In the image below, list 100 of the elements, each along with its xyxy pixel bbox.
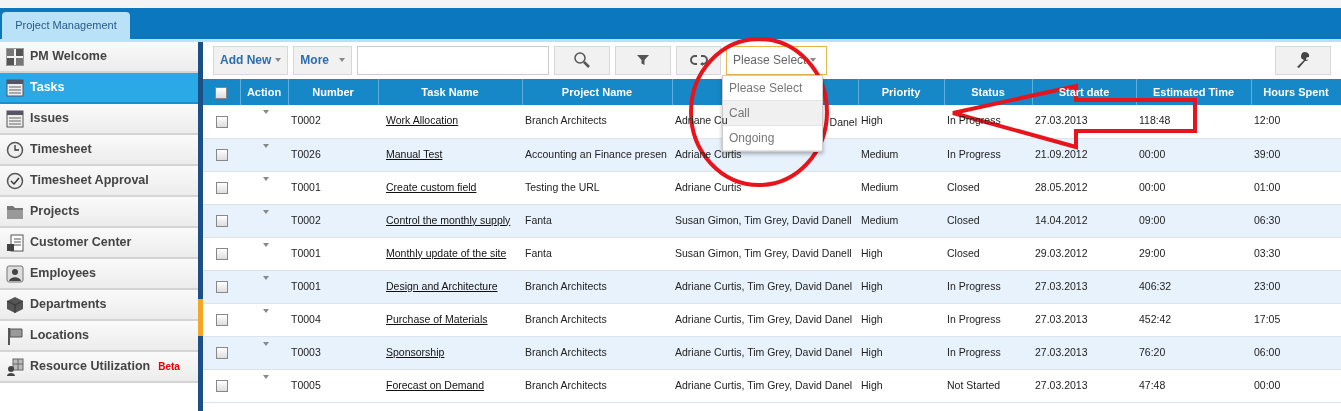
task-link[interactable]: Create custom field	[386, 180, 477, 193]
sidebar-item[interactable]: Customer Center	[0, 228, 198, 259]
table-cell: T0026	[291, 147, 321, 160]
table-cell: High	[861, 378, 883, 391]
row-checkbox[interactable]	[215, 313, 228, 326]
table-cell: 118:48	[1139, 114, 1171, 127]
task-link[interactable]: Sponsorship	[386, 345, 445, 358]
row-checkbox[interactable]	[215, 346, 228, 359]
table-cell: 21.09.2012	[1035, 147, 1088, 160]
caret-icon	[339, 58, 345, 62]
table-cell: Not Started	[947, 378, 1001, 391]
table-cell: Branch Architects	[525, 378, 607, 391]
table-cell: In Progress	[947, 279, 1001, 292]
table-cell: T0002	[291, 114, 321, 127]
table-cell: Medium	[861, 180, 899, 193]
row-checkbox[interactable]	[215, 181, 228, 194]
table-cell: 27.03.2013	[1035, 279, 1088, 292]
filter-button[interactable]	[615, 45, 671, 75]
table-cell: 406:32	[1139, 279, 1172, 292]
table-cell: 00:00	[1139, 147, 1166, 160]
table-cell: 14.04.2012	[1035, 213, 1088, 226]
table-cell: 27.03.2013	[1035, 114, 1088, 127]
row-checkbox[interactable]	[215, 115, 228, 128]
table-cell: 00:00	[1139, 180, 1166, 193]
row-checkbox[interactable]	[215, 280, 228, 293]
table-cell: 29.03.2012	[1035, 246, 1088, 259]
chart-person-icon	[6, 357, 24, 376]
table-cell: 27.03.2013	[1035, 312, 1088, 325]
dropdown-option[interactable]: Please Select	[723, 76, 822, 101]
table-cell: Closed	[947, 246, 980, 259]
task-link[interactable]: Purchase of Materials	[386, 312, 488, 325]
check-clock-icon	[6, 171, 24, 190]
row-checkbox[interactable]	[215, 214, 228, 227]
table-cell: T0005	[291, 378, 321, 391]
add-new-button[interactable]: Add New	[213, 45, 289, 75]
task-link[interactable]: Forecast on Demand	[386, 378, 485, 391]
table-cell: 452:42	[1139, 312, 1172, 325]
table-cell: 39:00	[1254, 147, 1281, 160]
table-cell: T0004	[291, 312, 321, 325]
person-icon	[6, 264, 24, 283]
table-cell: 12:00	[1254, 114, 1281, 127]
module-tab[interactable]: Project Management	[2, 12, 130, 39]
table-cell: High	[861, 114, 883, 127]
table-cell: In Progress	[947, 147, 1001, 160]
row-checkbox[interactable]	[215, 247, 228, 260]
sidebar-item[interactable]: Timesheet	[0, 135, 198, 166]
row-checkbox[interactable]	[215, 379, 228, 392]
table-cell: 17:05	[1254, 312, 1281, 325]
sidebar-item[interactable]: Locations	[0, 321, 198, 352]
more-button[interactable]: More	[293, 45, 352, 75]
sidebar-item[interactable]: Timesheet Approval	[0, 166, 198, 197]
table-cell: 01:00	[1254, 180, 1281, 193]
sidebar-item[interactable]: Employees	[0, 259, 198, 290]
table-cell: Branch Architects	[525, 279, 607, 292]
table-cell: Closed	[947, 213, 980, 226]
sidebar-item[interactable]: PM Welcome	[0, 42, 198, 73]
table-cell: Adriane Curtis, Tim Grey, David Danel	[675, 345, 853, 358]
table-cell: Medium	[861, 213, 899, 226]
search-button[interactable]	[554, 45, 610, 75]
sidebar-item[interactable]: Resource Utilization Beta	[0, 352, 198, 383]
splitter-handle[interactable]	[198, 299, 203, 336]
table-cell: High	[861, 345, 883, 358]
select-all-checkbox[interactable]	[215, 86, 228, 99]
table-cell: Branch Architects	[525, 114, 607, 127]
table-cell: T0001	[291, 279, 321, 292]
dropdown-option[interactable]: Ongoing	[723, 126, 822, 151]
refresh-button[interactable]	[676, 45, 721, 75]
table-cell: High	[861, 312, 883, 325]
caret-icon	[810, 58, 817, 62]
table-cell: 27.03.2013	[1035, 345, 1088, 358]
table-cell: Susan Gimon, Tim Grey, David Danell	[675, 213, 852, 226]
table-cell: In Progress	[947, 345, 1001, 358]
table-cell: 00:00	[1254, 378, 1281, 391]
table-cell: Testing the URL	[525, 180, 600, 193]
splitter-bar[interactable]	[198, 42, 203, 411]
column-header[interactable]: Status	[971, 85, 1005, 98]
table-cell: Medium	[861, 147, 899, 160]
clock-icon	[6, 140, 24, 159]
table-cell: Adriane Curtis, Tim Grey, David Danel	[675, 378, 853, 391]
task-link[interactable]: Monthly update of the site	[386, 246, 507, 259]
table-cell: 29:00	[1139, 246, 1166, 259]
task-link[interactable]: Work Allocation	[386, 114, 459, 127]
grid-icon	[6, 47, 24, 66]
list-icon	[6, 78, 24, 97]
table-cell: Adriane Curtis, Tim Grey, David Danel	[675, 279, 853, 292]
table-cell: Closed	[947, 180, 980, 193]
table-cell: 06:00	[1254, 345, 1281, 358]
table-cell: Branch Architects	[525, 312, 607, 325]
table-cell-text: Danel	[829, 115, 857, 130]
settings-button[interactable]	[1275, 46, 1331, 75]
task-link[interactable]: Manual Test	[386, 147, 443, 160]
search-field[interactable]	[357, 45, 549, 75]
sidebar-item[interactable]: Departments	[0, 290, 198, 321]
table-cell: High	[861, 246, 883, 259]
table-cell: 09:00	[1139, 213, 1166, 226]
sidebar-item[interactable]: Projects	[0, 197, 198, 228]
sidebar-item[interactable]: Issues	[0, 104, 198, 135]
document-person-icon	[6, 233, 24, 252]
row-checkbox[interactable]	[215, 148, 228, 161]
table-cell: 28.05.2012	[1035, 180, 1088, 193]
